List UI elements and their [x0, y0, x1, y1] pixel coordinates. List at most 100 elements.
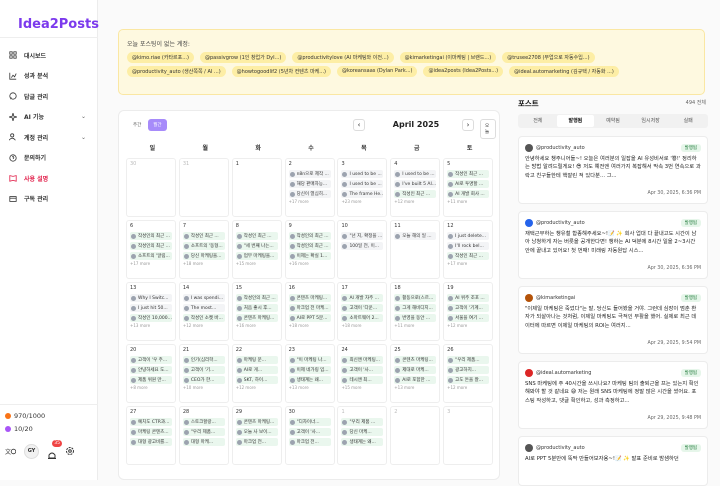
account-chip[interactable]: @productivity_auto (생산쪽쪽 / AI ...) [127, 66, 226, 77]
calendar-post[interactable]: 해당 판매자능... [288, 180, 331, 188]
calendar-post[interactable]: AI로 PPT 5분... [288, 314, 331, 322]
calendar-post[interactable]: AI 개발 회사 ... [447, 190, 490, 198]
calendar-post[interactable]: CEO가 한... [182, 376, 225, 384]
tab-0[interactable]: 전체 [519, 115, 557, 127]
calendar-post[interactable]: The most... [182, 304, 225, 312]
calendar-day[interactable]: 25 콘텐츠 마케팅... 제대로 마케... AI로 포함한 ... +13 more [390, 344, 441, 403]
calendar-post[interactable]: 인기(심리학... [182, 356, 225, 364]
tab-2[interactable]: 예약됨 [594, 115, 632, 127]
calendar-day[interactable]: 13 Why I Switc... I just hit 50... 작성인 10,0… [126, 282, 176, 341]
calendar-post[interactable]: 마크업 전... [235, 438, 278, 446]
calendar-post[interactable]: 활동으로(스르... [394, 294, 437, 302]
calendar-post[interactable]: 대형 마케... [182, 438, 225, 446]
post-card[interactable]: @productivity_auto 발행됨 재택근무하는 챙유철 합종해주세요~!… [518, 211, 708, 279]
calendar-day[interactable]: 26 "우리 제품... 광고하지... 고도 돈을 잘... +12 more [443, 344, 494, 403]
calendar-post[interactable]: 작성인의 최근 ... [130, 242, 172, 250]
calendar-post[interactable]: 서울을 여기 ... [447, 314, 490, 322]
calendar-post[interactable]: 예치도 CTR과... [130, 418, 172, 426]
more-posts-link[interactable]: +16 more [289, 261, 331, 266]
calendar-post[interactable]: 고객이 '다운... [341, 304, 384, 312]
avatar[interactable]: GY [24, 443, 39, 459]
calendar-post[interactable]: 고객이 '우 주... [130, 356, 172, 364]
calendar-post[interactable]: 작성인의 최근 ... [288, 232, 331, 240]
calendar-post[interactable]: I used to be ... [341, 180, 384, 188]
account-chip[interactable]: @trusee2708 (부업으로 자동수입...) [502, 52, 595, 63]
more-posts-link[interactable]: +13 more [289, 385, 331, 390]
calendar-day[interactable]: 31 [178, 158, 229, 217]
calendar-day[interactable]: 19 AI 위주 조포 ... 고객이 '기계... 서울을 여기 ... +12 mo… [443, 282, 494, 341]
language-icon[interactable]: 文 [5, 447, 16, 456]
calendar-day[interactable]: 14 I was spendi... The most... 작성인 소켓 바... +… [178, 282, 229, 341]
calendar-post[interactable]: 작성인의 최근 ... [288, 242, 331, 250]
calendar-post[interactable]: The frame He... [341, 190, 384, 198]
calendar-day[interactable]: 1 "우리 제품 ... 당신 마케... 생태계는 왜... [337, 406, 388, 465]
calendar-post[interactable]: SKT, 하이... [235, 376, 278, 384]
calendar-post[interactable]: 소프트의 '동형... [182, 242, 225, 250]
calendar-post[interactable]: 마케팅 콘텐츠... [130, 428, 172, 436]
calendar-post[interactable]: 작성인 최근 ... [235, 232, 278, 240]
account-chip[interactable]: @howtogoodlif2 (5년차 컨텐츠 마케...) [231, 66, 331, 77]
more-posts-link[interactable]: +12 more [447, 323, 489, 328]
calendar-day[interactable]: 17 AI 개발 자주 ... 고객이 '다운... 소마트웨어 2... +18 mo… [337, 282, 388, 341]
calendar-day[interactable]: 11 오늘 해의 일 ... [390, 220, 441, 279]
sidebar-item-replies[interactable]: 답글 관리 [0, 86, 98, 107]
calendar-post[interactable]: "넌 지, 확정을 ... [341, 232, 384, 240]
calendar-post[interactable]: I just hit 50... [130, 304, 172, 312]
calendar-day[interactable]: 6 작성인의 최근 ... 작성인의 최근 ... 소프트의 '알림... +17 mo… [126, 220, 176, 279]
calendar-post[interactable]: 고객이 '사... [288, 428, 331, 436]
calendar-post[interactable]: "이 마케팅 나... [288, 356, 331, 364]
sidebar-item-guide[interactable]: 사용 설명 [0, 168, 98, 189]
calendar-post[interactable]: Why I Switc... [130, 294, 172, 302]
calendar-post[interactable]: I used to be ... [394, 170, 437, 178]
calendar-day[interactable]: 27 예치도 CTR과... 마케팅 콘텐츠... 대형 광고비를... [126, 406, 176, 465]
account-chip[interactable]: @productivitylove (AI 마케팅와 이전...) [292, 52, 394, 63]
more-posts-link[interactable]: +15 more [341, 385, 383, 390]
calendar-post[interactable]: 광고하지... [447, 366, 490, 374]
calendar-post[interactable]: AI 개발 자주 ... [341, 294, 384, 302]
calendar-post[interactable]: 작성인 최근 ... [447, 252, 490, 260]
app-logo[interactable]: Idea2Posts [18, 17, 99, 32]
calendar-post[interactable]: 대형 광고비를... [130, 438, 172, 446]
gear-icon[interactable] [65, 446, 75, 456]
calendar-post[interactable]: 소마트웨어 2... [341, 314, 384, 322]
calendar-day[interactable]: 22 마케팅 문... AI로 게... SKT, 하이... +12 more [231, 344, 282, 403]
account-chip[interactable]: @kimo.riae (카타르포...) [127, 52, 194, 63]
calendar-day[interactable]: 24 최신앤 마케팅... 고객이 '사... 테시앤 최... +15 more [337, 344, 388, 403]
calendar-post[interactable]: 당신이 열심히... [288, 190, 331, 198]
calendar-post[interactable]: 생태계는 왜... [288, 376, 331, 384]
account-chip[interactable]: @passivgrow (1인 창업가 DyI...) [199, 52, 287, 63]
calendar-post[interactable]: 이제는 확실 1... [288, 252, 331, 260]
calendar-post[interactable]: 제대로 마케... [394, 366, 437, 374]
more-posts-link[interactable]: +18 more [183, 261, 225, 266]
calendar-post[interactable]: "우리 제품... [447, 356, 490, 364]
calendar-post[interactable]: 고도 돈을 잘... [447, 376, 490, 384]
calendar-post[interactable]: 콘텐츠 마케팅... [288, 294, 331, 302]
calendar-post[interactable]: 작성인 최근 ... [394, 190, 437, 198]
tab-4[interactable]: 실패 [669, 115, 707, 127]
calendar-post[interactable]: "세 번째 나는... [235, 242, 278, 250]
sidebar-item-ai[interactable]: AI 기능 ⌄ [0, 107, 98, 128]
calendar-post[interactable]: 마크업 전 마케... [288, 304, 331, 312]
calendar-post[interactable]: 번영을 동안 ... [394, 314, 437, 322]
calendar-post[interactable]: 스토크할랑... [182, 418, 225, 426]
calendar-post[interactable]: 작성인 소켓 바... [182, 314, 225, 322]
calendar-post[interactable]: 당신 마케... [341, 428, 384, 436]
sidebar-item-accounts[interactable]: 계정 관리 ⌄ [0, 127, 98, 148]
calendar-day[interactable]: 20 고객이 '우 주... 안녕하세요 도... 제품 위원 만... +8 more [126, 344, 176, 403]
calendar-day[interactable]: 23 "이 마케팅 나... 이제 네가링 입... 생태계는 왜... +13 mor… [284, 344, 335, 403]
more-posts-link[interactable]: +18 more [341, 323, 383, 328]
calendar-post[interactable]: 처음 좋시 후... [235, 304, 278, 312]
tab-1[interactable]: 발행됨 [556, 115, 595, 127]
calendar-post[interactable]: 고객이 '사... [341, 366, 384, 374]
prev-month-button[interactable]: ‹ [353, 119, 365, 131]
month-view-button[interactable]: 월간 [148, 119, 167, 131]
calendar-post[interactable]: n8n으로 제작 ... [288, 170, 331, 178]
calendar-post[interactable]: AI로 투명할 ... [447, 180, 490, 188]
tab-3[interactable]: 임시저장 [632, 115, 670, 127]
chevron-down-icon[interactable]: ⌄ [81, 134, 86, 141]
calendar-post[interactable]: 작성인의 최근 ... [130, 232, 172, 240]
sidebar-item-analytics[interactable]: 성과 분석 [0, 66, 98, 87]
calendar-post[interactable]: 업무 마케팅을... [235, 252, 278, 260]
more-posts-link[interactable]: +18 more [289, 323, 331, 328]
calendar-day[interactable]: 18 활동으로(스르... 그게 해비디지... 번영을 동안 ... +11 more [390, 282, 441, 341]
